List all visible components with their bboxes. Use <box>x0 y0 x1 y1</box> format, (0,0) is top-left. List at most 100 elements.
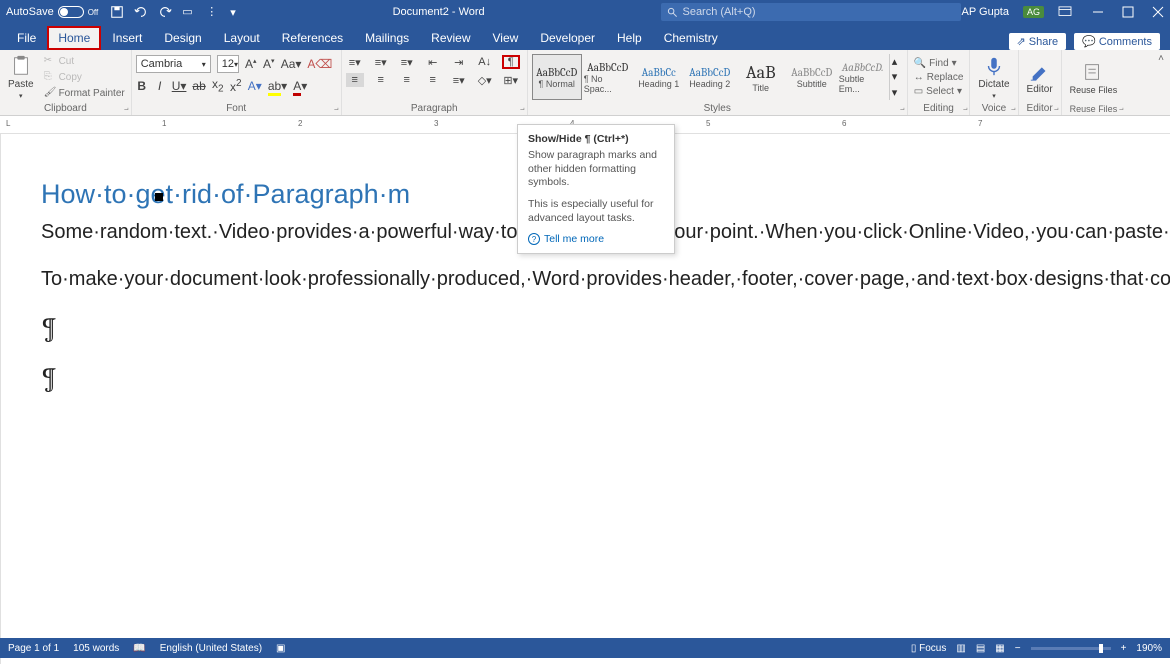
show-hide-button[interactable]: ¶ <box>502 55 520 69</box>
align-right-button[interactable]: ≡ <box>398 73 416 87</box>
subscript-button[interactable]: x2 <box>212 77 224 94</box>
bullets-button[interactable]: ≡▾ <box>346 55 364 69</box>
tab-help[interactable]: Help <box>606 26 653 50</box>
ribbon-collapse-icon[interactable]: ˄ <box>1152 50 1170 115</box>
doc-empty-para-1[interactable]: ¶ <box>41 312 1170 344</box>
clear-format-button[interactable]: A⌫ <box>307 57 332 71</box>
group-label-voice: Voice <box>974 102 1013 115</box>
grow-font-button[interactable]: A▴ <box>245 57 257 71</box>
tab-file[interactable]: File <box>6 26 47 50</box>
group-paragraph: ≡▾ ≡▾ ≡▾ ⇤ ⇥ A↓ ¶ ≡ ≡ ≡ ≡ ≡▾ ◇▾ ⊞▾ Parag… <box>342 50 528 115</box>
minimize-icon[interactable] <box>1092 6 1104 18</box>
numbering-button[interactable]: ≡▾ <box>372 55 390 69</box>
select-button[interactable]: ▭Select▾ <box>912 85 966 98</box>
view-read-icon[interactable]: ▥ <box>956 643 965 654</box>
sort-button[interactable]: A↓ <box>476 55 494 69</box>
align-center-button[interactable]: ≡ <box>372 73 390 87</box>
text-effects-button[interactable]: A▾ <box>248 79 262 93</box>
style-heading2[interactable]: AaBbCcDHeading 2 <box>685 54 735 100</box>
autosave-toggle[interactable]: AutoSave Off <box>6 6 98 18</box>
format-painter-button[interactable]: 🖌Format Painter <box>42 86 127 100</box>
tab-insert[interactable]: Insert <box>101 26 153 50</box>
status-language[interactable]: English (United States) <box>160 643 262 654</box>
zoom-level[interactable]: 190% <box>1136 643 1162 654</box>
user-name[interactable]: AP Gupta <box>961 6 1009 18</box>
borders-button[interactable]: ⊞▾ <box>502 73 520 87</box>
underline-button[interactable]: U▾ <box>172 79 187 93</box>
line-spacing-button[interactable]: ≡▾ <box>450 73 468 87</box>
dec-indent-button[interactable]: ⇤ <box>424 55 442 69</box>
superscript-button[interactable]: x2 <box>230 78 242 94</box>
style-title[interactable]: AaBTitle <box>736 54 786 100</box>
tab-references[interactable]: References <box>271 26 354 50</box>
status-words[interactable]: 105 words <box>73 643 119 654</box>
italic-button[interactable]: I <box>154 79 166 93</box>
paste-button[interactable]: Paste ▾ <box>4 53 38 102</box>
change-case-button[interactable]: Aa▾ <box>281 57 302 71</box>
highlight-button[interactable]: ab▾ <box>268 79 287 93</box>
bold-button[interactable]: B <box>136 79 148 93</box>
macro-icon[interactable]: ▣ <box>276 643 285 654</box>
share-icon: ⇗ <box>1017 35 1026 48</box>
select-icon: ▭ <box>914 86 923 97</box>
shading-button[interactable]: ◇▾ <box>476 73 494 87</box>
comments-button[interactable]: 💬 Comments <box>1074 33 1160 50</box>
copy-button[interactable]: ⎘Copy <box>42 70 127 84</box>
style-heading1[interactable]: AaBbCcHeading 1 <box>634 54 684 100</box>
view-web-icon[interactable]: ▦ <box>995 643 1004 654</box>
autosave-state: Off <box>88 8 99 17</box>
ribbon-display-icon[interactable] <box>1058 6 1072 18</box>
doc-empty-para-2[interactable]: ¶ <box>41 362 1170 394</box>
find-button[interactable]: 🔍Find▾ <box>912 57 966 70</box>
tab-layout[interactable]: Layout <box>213 26 271 50</box>
shrink-font-button[interactable]: A▾ <box>263 57 275 71</box>
editor-button[interactable]: Editor <box>1023 58 1057 97</box>
align-left-button[interactable]: ≡ <box>346 73 364 87</box>
search-input[interactable]: Search (Alt+Q) <box>661 3 961 21</box>
spellcheck-icon[interactable]: 📖 <box>133 643 145 654</box>
cut-button[interactable]: ✂Cut <box>42 54 127 68</box>
save-icon[interactable] <box>110 5 124 19</box>
styles-expand[interactable]: ▴▾▾ <box>889 54 903 100</box>
undo-icon[interactable] <box>134 5 148 19</box>
tab-developer[interactable]: Developer <box>529 26 606 50</box>
status-page[interactable]: Page 1 of 1 <box>8 643 59 654</box>
customize-icon[interactable]: ⋮ <box>206 5 220 19</box>
tab-mailings[interactable]: Mailings <box>354 26 420 50</box>
focus-mode-button[interactable]: ▯ Focus <box>911 643 947 654</box>
zoom-in-button[interactable]: + <box>1121 643 1127 654</box>
touch-icon[interactable]: ▭ <box>182 5 196 19</box>
group-reuse: Reuse Files Reuse Files <box>1062 50 1126 115</box>
justify-button[interactable]: ≡ <box>424 73 442 87</box>
font-name-combo[interactable]: Cambria▾ <box>136 55 211 73</box>
avatar[interactable]: AG <box>1023 6 1044 18</box>
group-label-clipboard: Clipboard <box>4 102 127 115</box>
tab-review[interactable]: Review <box>420 26 481 50</box>
zoom-out-button[interactable]: − <box>1015 643 1021 654</box>
font-color-button[interactable]: A▾ <box>293 79 307 93</box>
view-print-icon[interactable]: ▤ <box>976 643 985 654</box>
close-icon[interactable] <box>1152 6 1164 18</box>
style-subtle-em[interactable]: AaBbCcD.Subtle Em... <box>838 54 888 100</box>
style-nospacing[interactable]: AaBbCcD¶ No Spac... <box>583 54 633 100</box>
tab-view[interactable]: View <box>482 26 530 50</box>
style-subtitle[interactable]: AaBbCcDSubtitle <box>787 54 837 100</box>
strike-button[interactable]: ab <box>192 79 205 93</box>
replace-button[interactable]: ↔Replace <box>912 71 966 84</box>
group-voice: Dictate▾ Voice <box>970 50 1018 115</box>
maximize-icon[interactable] <box>1122 6 1134 18</box>
zoom-slider[interactable] <box>1031 647 1111 650</box>
doc-paragraph-2[interactable]: To·make·your·document·look·professionall… <box>41 265 1170 294</box>
share-button[interactable]: ⇗ Share <box>1009 33 1067 50</box>
inc-indent-button[interactable]: ⇥ <box>450 55 468 69</box>
tell-me-more-link[interactable]: ? Tell me more <box>528 233 664 245</box>
tab-home[interactable]: Home <box>47 26 101 50</box>
dictate-button[interactable]: Dictate▾ <box>974 53 1013 102</box>
style-normal[interactable]: AaBbCcD¶ Normal <box>532 54 582 100</box>
tab-design[interactable]: Design <box>153 26 212 50</box>
tab-chemistry[interactable]: Chemistry <box>653 26 729 50</box>
multilevel-button[interactable]: ≡▾ <box>398 55 416 69</box>
reuse-files-button[interactable]: Reuse Files <box>1066 59 1122 97</box>
font-size-combo[interactable]: 12▾ <box>217 55 239 73</box>
redo-icon[interactable] <box>158 5 172 19</box>
